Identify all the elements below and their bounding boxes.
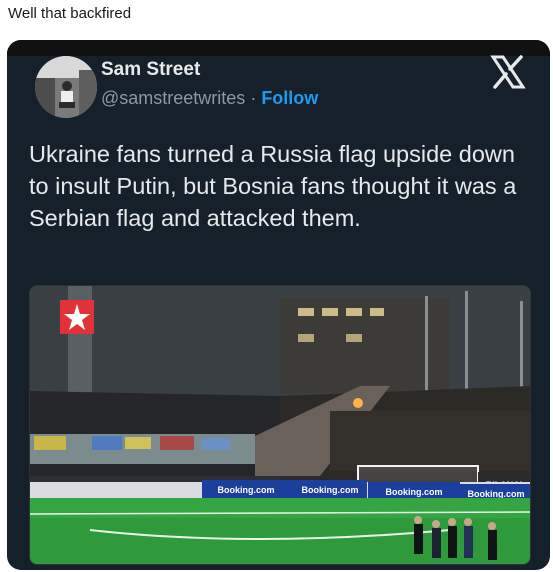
card-top-bar xyxy=(7,40,550,56)
handle[interactable]: @samstreetwrites xyxy=(101,88,245,108)
ad-board-label: Booking.com xyxy=(301,485,358,495)
follow-button[interactable]: Follow xyxy=(261,88,318,108)
ad-board-label: Booking.com xyxy=(467,489,524,499)
ad-board-label: Booking.com xyxy=(217,485,274,495)
ad-board-label: Booking.com xyxy=(385,487,442,497)
avatar[interactable] xyxy=(35,56,97,118)
star-logo-icon xyxy=(60,300,94,334)
tweet-text: Ukraine fans turned a Russia flag upside… xyxy=(29,141,517,231)
post-title: Well that backfired xyxy=(8,5,132,22)
x-logo-icon[interactable] xyxy=(490,55,526,89)
separator-dot: · xyxy=(250,88,257,108)
handle-line: @samstreetwrites · Follow xyxy=(101,88,318,109)
display-name[interactable]: Sam Street xyxy=(101,59,200,81)
tweet-photo[interactable]: BILANAI Booking.com Booking.com Booking.… xyxy=(29,285,531,565)
embedded-tweet-card[interactable]: Sam Street @samstreetwrites · Follow Ukrai… xyxy=(7,40,550,570)
